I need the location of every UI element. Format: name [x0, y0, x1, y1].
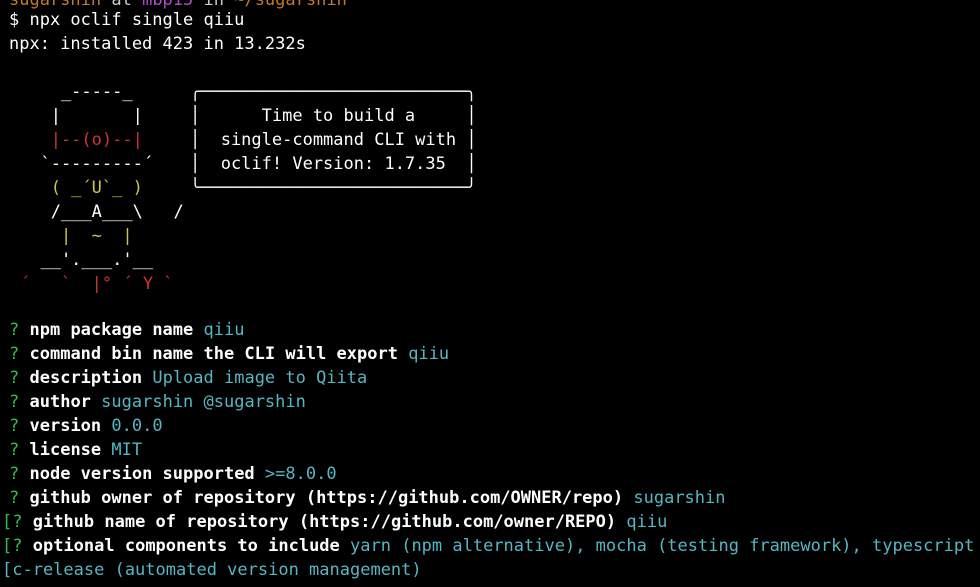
banner-text-line: │ oclif! Version: 1.7.35 │	[190, 154, 477, 174]
prompt-question: description	[29, 368, 143, 388]
prompt-question: optional components to include	[32, 536, 340, 556]
ascii-art-line: /___A___\ /	[20, 202, 184, 222]
prompt-wrap-line: [c-release (automated version management…	[2, 560, 422, 580]
prompt-line: ? license MIT	[9, 438, 142, 462]
question-mark-icon: ?	[9, 440, 20, 460]
prompt-line: [? optional components to include yarn (…	[2, 534, 974, 558]
prompt-line: [? github name of repository (https://gi…	[2, 510, 667, 534]
prompt-question: author	[29, 392, 91, 412]
question-mark-icon: ?	[9, 392, 20, 412]
prompt-question: node version supported	[29, 464, 255, 484]
command-output-line: npx: installed 423 in 13.232s	[9, 34, 306, 54]
ascii-art-line: | |	[20, 106, 143, 126]
ascii-art-line: ´ ` |° ´ Y `	[20, 274, 174, 294]
terminal-window[interactable]: sugarshin at mbp15 in ~/sugarshin $ npx …	[0, 0, 980, 587]
prompt-question: license	[29, 440, 102, 460]
prompt-answer: qiiu	[203, 320, 245, 340]
prompt-question: command bin name the CLI will export	[29, 344, 398, 364]
prompt-path: ~/sugarshin	[234, 0, 347, 10]
question-mark-icon: ?	[9, 416, 20, 436]
prompt-answer: sugarshin	[633, 488, 726, 508]
command-line: $ npx oclif single qiiu	[9, 10, 245, 30]
question-mark-icon: [?	[2, 512, 23, 532]
banner-border-top: ╭──────────────────────────╮	[190, 82, 477, 102]
prompt-question: npm package name	[29, 320, 194, 340]
prompt-answer: sugarshin @sugarshin	[101, 392, 306, 412]
ascii-art-line: _-----_	[20, 82, 133, 102]
question-mark-icon: ?	[9, 320, 20, 340]
prompt-question: github name of repository (https://githu…	[32, 512, 617, 532]
prompt-answer: 0.0.0	[111, 416, 163, 436]
ascii-art-line: ( _´U`_ )	[20, 178, 143, 198]
prompt-answer: MIT	[111, 440, 143, 460]
prompt-answer: Upload image to Qiita	[152, 368, 368, 388]
prompt-answer: >=8.0.0	[264, 464, 337, 484]
prompt-answer: qiiu	[626, 512, 668, 532]
question-mark-icon: ?	[9, 344, 20, 364]
question-mark-icon: ?	[9, 488, 20, 508]
banner-border-bottom: ╰──────────────────────────╯	[190, 178, 477, 198]
prompt-line: ? command bin name the CLI will export q…	[9, 342, 449, 366]
prompt-answer: qiiu	[408, 344, 450, 364]
prompt-line: ? description Upload image to Qiita	[9, 366, 367, 390]
question-mark-icon: ?	[9, 368, 20, 388]
prompt-line: ? npm package name qiiu	[9, 318, 244, 342]
prompt-line: ? github owner of repository (https://gi…	[9, 486, 726, 510]
prompt-answer: yarn (npm alternative), mocha (testing f…	[350, 536, 975, 556]
prompt-line: ? node version supported >=8.0.0	[9, 462, 337, 486]
ascii-art-line: `---------´	[20, 154, 154, 174]
ascii-art-line: |--(o)--|	[20, 130, 143, 150]
prompt-line: ? version 0.0.0	[9, 414, 163, 438]
question-mark-icon: [?	[2, 536, 23, 556]
ascii-art-line: __'.___.'__	[20, 250, 154, 270]
banner-text-line: │ Time to build a │	[190, 106, 477, 126]
prompt-line: ? author sugarshin @sugarshin	[9, 390, 306, 414]
banner-text-line: │ single-command CLI with │	[190, 130, 477, 150]
prompt-question: github owner of repository (https://gith…	[29, 488, 624, 508]
question-mark-icon: ?	[9, 464, 20, 484]
prompt-question: version	[29, 416, 102, 436]
ascii-art-line: | ~ |	[20, 226, 133, 246]
